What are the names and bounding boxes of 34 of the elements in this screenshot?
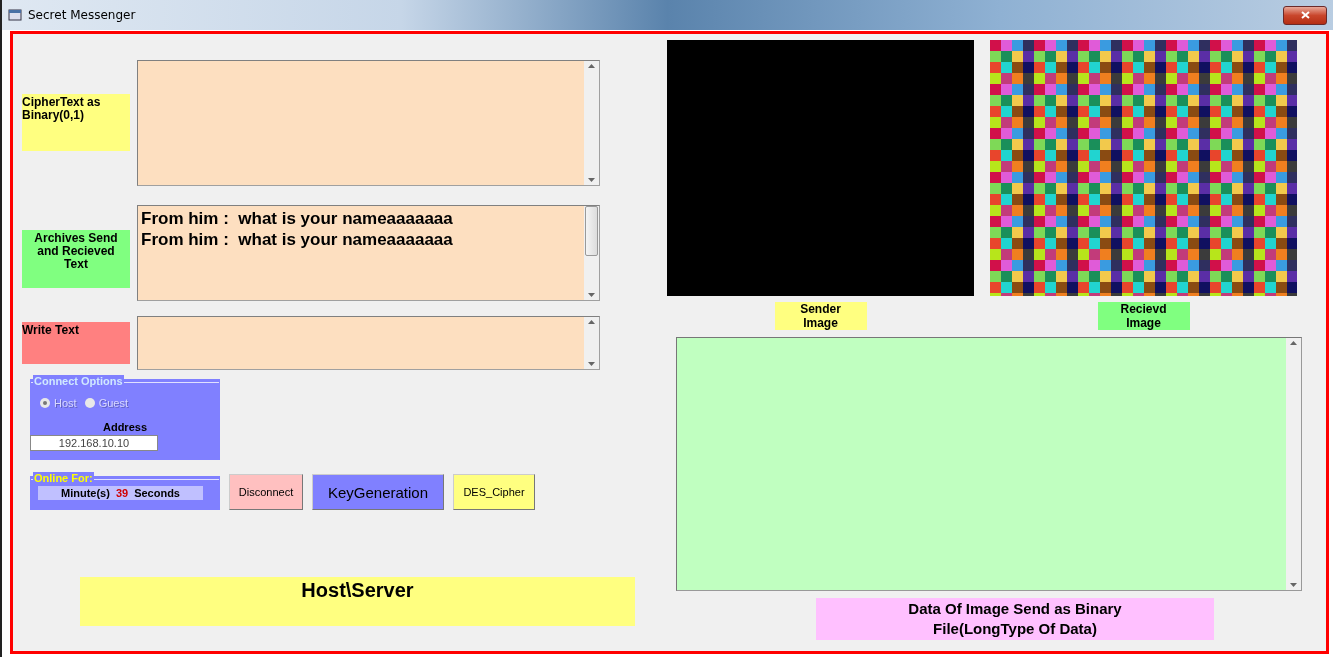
action-button[interactable]: DES_Cipher <box>453 474 535 510</box>
field-label: CipherText as Binary(0,1) <box>22 94 130 151</box>
scrollbar[interactable] <box>584 317 599 369</box>
scroll-up-icon[interactable] <box>1290 341 1297 345</box>
scroll-down-icon[interactable] <box>588 178 595 182</box>
seconds-value: 39 <box>115 487 129 499</box>
scrollbar[interactable] <box>584 206 599 300</box>
scrollbar[interactable] <box>584 61 599 185</box>
close-icon <box>1300 11 1310 19</box>
image-caption: Sender Image <box>774 302 867 330</box>
group-title: Connect Options <box>33 375 124 387</box>
scroll-down-icon[interactable] <box>588 362 595 366</box>
text-area[interactable]: From him : what is your nameaaaaaaa From him : what is your nameaaaaaaa <box>137 205 600 301</box>
scrollbar[interactable] <box>1286 338 1301 590</box>
role-banner: Host\Server <box>80 577 635 626</box>
field-label: Archives Send and Recieved Text <box>22 230 130 288</box>
close-button[interactable] <box>1283 5 1327 25</box>
scroll-down-icon[interactable] <box>588 293 595 297</box>
scroll-down-icon[interactable] <box>1290 583 1297 587</box>
group-title: Online For: <box>33 472 94 484</box>
address-field[interactable]: 192.168.10.10 <box>30 435 158 451</box>
text-area[interactable] <box>137 316 600 370</box>
action-button[interactable]: KeyGeneration <box>312 474 444 510</box>
image-caption: Recievd Image <box>1097 302 1190 330</box>
scroll-up-icon[interactable] <box>588 320 595 324</box>
window-title: Secret Messenger <box>28 8 136 22</box>
field-label: Write Text <box>22 322 130 364</box>
seconds-label: Seconds <box>134 487 180 499</box>
minutes-label: Minute(s) <box>61 487 110 499</box>
address-label: Address <box>102 421 148 433</box>
binary-data-caption: Data Of Image Send as Binary File(LongType Of Data) <box>816 598 1214 640</box>
action-button[interactable]: Disconnect <box>229 474 303 510</box>
scroll-up-icon[interactable] <box>588 64 595 68</box>
window-icon <box>8 9 22 21</box>
